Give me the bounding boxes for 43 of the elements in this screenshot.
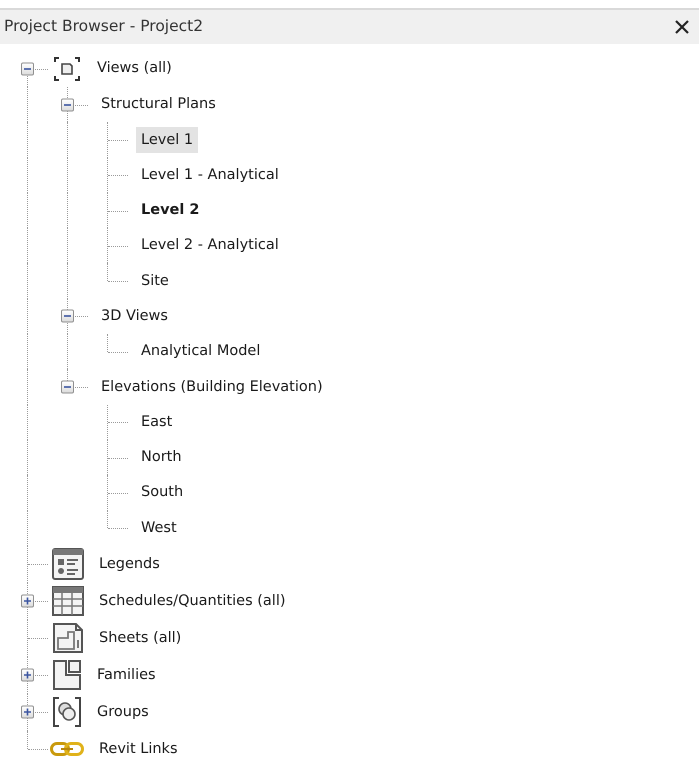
collapse-button[interactable] (21, 62, 34, 75)
views-icon (52, 54, 82, 82)
tree-item[interactable]: East (136, 408, 178, 436)
legend-icon (52, 548, 84, 580)
collapse-button[interactable] (61, 310, 74, 323)
tree-item[interactable]: Level 1 (136, 126, 198, 154)
tree-item[interactable]: Groups (92, 698, 154, 726)
tree-item[interactable]: Site (136, 268, 174, 295)
tree-item[interactable]: Revit Links (94, 736, 182, 763)
tree-item[interactable]: North (136, 444, 187, 472)
panel-title: Project Browser - Project2 (4, 16, 204, 38)
tree-item[interactable]: 3D Views (96, 303, 173, 330)
tree-item[interactable]: Elevations (Building Elevation) (96, 374, 328, 400)
minus-icon (64, 384, 71, 391)
tree-item[interactable]: Level 2 - Analytical (136, 232, 284, 260)
minus-icon (64, 101, 71, 108)
tree-item[interactable]: Level 2 (136, 197, 204, 224)
group-icon (52, 696, 82, 728)
tree-item[interactable]: Legends (94, 550, 165, 578)
expand-button[interactable] (21, 594, 34, 608)
expand-button[interactable] (21, 668, 34, 682)
collapse-button[interactable] (61, 380, 74, 394)
plus-icon (24, 708, 31, 716)
table-icon (52, 586, 84, 616)
tree-item[interactable]: Level 1 - Analytical (136, 162, 284, 189)
families-icon (52, 659, 82, 692)
tree-item[interactable]: Sheets (all) (94, 624, 186, 652)
close-button[interactable] (673, 18, 691, 36)
collapse-button[interactable] (61, 98, 74, 112)
plus-icon (24, 598, 31, 605)
tree-item[interactable]: Structural Plans (96, 91, 221, 118)
expand-button[interactable] (21, 706, 34, 719)
tree-item[interactable]: Families (92, 662, 161, 689)
tree-item[interactable]: Schedules/Quantities (all) (94, 588, 291, 615)
minus-icon (24, 65, 31, 72)
tree-item[interactable]: South (136, 479, 188, 506)
sheet-icon (52, 622, 84, 654)
minus-icon (64, 312, 71, 320)
chain-link-icon (50, 741, 84, 758)
tree-item[interactable]: West (136, 514, 182, 542)
tree-item[interactable]: Views (all) (92, 55, 177, 82)
plus-icon (24, 672, 31, 679)
tree-item[interactable]: Analytical Model (136, 338, 266, 366)
